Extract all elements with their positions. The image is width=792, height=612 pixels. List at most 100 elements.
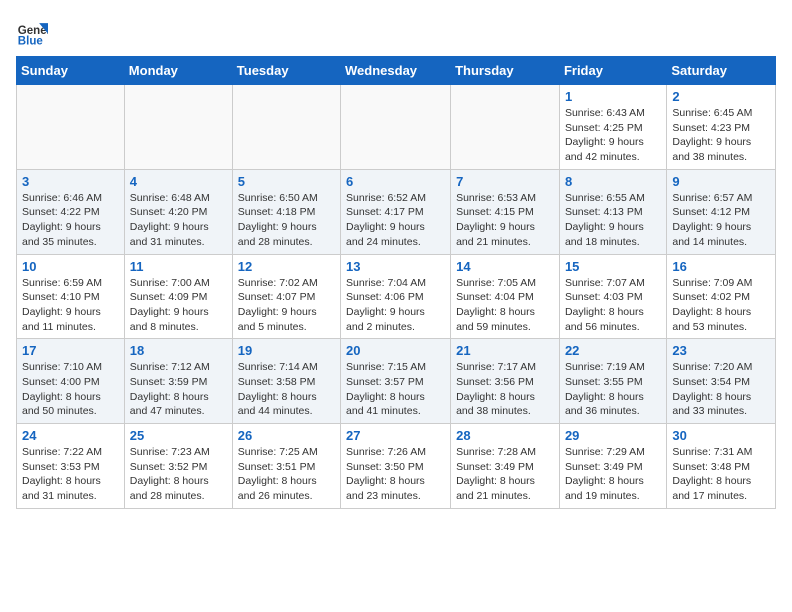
- calendar-cell: 19 Sunrise: 7:14 AMSunset: 3:58 PMDaylig…: [232, 339, 340, 424]
- day-number: 27: [346, 428, 445, 443]
- day-number: 8: [565, 174, 661, 189]
- day-info: Sunrise: 6:53 AMSunset: 4:15 PMDaylight:…: [456, 191, 554, 250]
- day-number: 16: [672, 259, 770, 274]
- day-number: 22: [565, 343, 661, 358]
- day-info: Sunrise: 7:29 AMSunset: 3:49 PMDaylight:…: [565, 445, 661, 504]
- weekday-header-wednesday: Wednesday: [341, 57, 451, 85]
- calendar-cell: 24 Sunrise: 7:22 AMSunset: 3:53 PMDaylig…: [17, 424, 125, 509]
- calendar-cell: 26 Sunrise: 7:25 AMSunset: 3:51 PMDaylig…: [232, 424, 340, 509]
- calendar-cell: 3 Sunrise: 6:46 AMSunset: 4:22 PMDayligh…: [17, 169, 125, 254]
- calendar-cell: 23 Sunrise: 7:20 AMSunset: 3:54 PMDaylig…: [667, 339, 776, 424]
- day-number: 5: [238, 174, 335, 189]
- weekday-header-friday: Friday: [559, 57, 666, 85]
- day-number: 28: [456, 428, 554, 443]
- day-number: 17: [22, 343, 119, 358]
- calendar-cell: 9 Sunrise: 6:57 AMSunset: 4:12 PMDayligh…: [667, 169, 776, 254]
- weekday-header-tuesday: Tuesday: [232, 57, 340, 85]
- day-number: 19: [238, 343, 335, 358]
- day-number: 15: [565, 259, 661, 274]
- day-info: Sunrise: 6:55 AMSunset: 4:13 PMDaylight:…: [565, 191, 661, 250]
- calendar-cell: 25 Sunrise: 7:23 AMSunset: 3:52 PMDaylig…: [124, 424, 232, 509]
- calendar-week-row: 10 Sunrise: 6:59 AMSunset: 4:10 PMDaylig…: [17, 254, 776, 339]
- calendar-cell: 10 Sunrise: 6:59 AMSunset: 4:10 PMDaylig…: [17, 254, 125, 339]
- day-number: 7: [456, 174, 554, 189]
- day-info: Sunrise: 7:15 AMSunset: 3:57 PMDaylight:…: [346, 360, 445, 419]
- page-header: General Blue: [16, 16, 776, 48]
- day-info: Sunrise: 7:31 AMSunset: 3:48 PMDaylight:…: [672, 445, 770, 504]
- calendar-cell: 30 Sunrise: 7:31 AMSunset: 3:48 PMDaylig…: [667, 424, 776, 509]
- calendar-cell: 4 Sunrise: 6:48 AMSunset: 4:20 PMDayligh…: [124, 169, 232, 254]
- day-info: Sunrise: 7:10 AMSunset: 4:00 PMDaylight:…: [22, 360, 119, 419]
- calendar-cell: 15 Sunrise: 7:07 AMSunset: 4:03 PMDaylig…: [559, 254, 666, 339]
- day-number: 18: [130, 343, 227, 358]
- calendar-cell: 20 Sunrise: 7:15 AMSunset: 3:57 PMDaylig…: [341, 339, 451, 424]
- day-number: 10: [22, 259, 119, 274]
- calendar-header-row: SundayMondayTuesdayWednesdayThursdayFrid…: [17, 57, 776, 85]
- calendar-week-row: 1 Sunrise: 6:43 AMSunset: 4:25 PMDayligh…: [17, 85, 776, 170]
- day-info: Sunrise: 7:25 AMSunset: 3:51 PMDaylight:…: [238, 445, 335, 504]
- svg-text:Blue: Blue: [18, 35, 44, 47]
- day-number: 24: [22, 428, 119, 443]
- day-info: Sunrise: 6:59 AMSunset: 4:10 PMDaylight:…: [22, 276, 119, 335]
- day-info: Sunrise: 7:07 AMSunset: 4:03 PMDaylight:…: [565, 276, 661, 335]
- day-number: 30: [672, 428, 770, 443]
- calendar-cell: [17, 85, 125, 170]
- calendar-cell: 22 Sunrise: 7:19 AMSunset: 3:55 PMDaylig…: [559, 339, 666, 424]
- day-info: Sunrise: 6:43 AMSunset: 4:25 PMDaylight:…: [565, 106, 661, 165]
- logo: General Blue: [16, 16, 52, 48]
- calendar-cell: 14 Sunrise: 7:05 AMSunset: 4:04 PMDaylig…: [451, 254, 560, 339]
- calendar-week-row: 24 Sunrise: 7:22 AMSunset: 3:53 PMDaylig…: [17, 424, 776, 509]
- day-number: 9: [672, 174, 770, 189]
- day-info: Sunrise: 6:46 AMSunset: 4:22 PMDaylight:…: [22, 191, 119, 250]
- calendar-cell: 27 Sunrise: 7:26 AMSunset: 3:50 PMDaylig…: [341, 424, 451, 509]
- calendar-table: SundayMondayTuesdayWednesdayThursdayFrid…: [16, 56, 776, 509]
- calendar-cell: [232, 85, 340, 170]
- day-info: Sunrise: 7:02 AMSunset: 4:07 PMDaylight:…: [238, 276, 335, 335]
- weekday-header-thursday: Thursday: [451, 57, 560, 85]
- day-number: 4: [130, 174, 227, 189]
- calendar-cell: 29 Sunrise: 7:29 AMSunset: 3:49 PMDaylig…: [559, 424, 666, 509]
- calendar-cell: 5 Sunrise: 6:50 AMSunset: 4:18 PMDayligh…: [232, 169, 340, 254]
- calendar-week-row: 3 Sunrise: 6:46 AMSunset: 4:22 PMDayligh…: [17, 169, 776, 254]
- day-info: Sunrise: 7:17 AMSunset: 3:56 PMDaylight:…: [456, 360, 554, 419]
- day-info: Sunrise: 7:00 AMSunset: 4:09 PMDaylight:…: [130, 276, 227, 335]
- weekday-header-saturday: Saturday: [667, 57, 776, 85]
- day-number: 29: [565, 428, 661, 443]
- day-number: 14: [456, 259, 554, 274]
- day-info: Sunrise: 7:12 AMSunset: 3:59 PMDaylight:…: [130, 360, 227, 419]
- calendar-cell: [124, 85, 232, 170]
- day-info: Sunrise: 7:20 AMSunset: 3:54 PMDaylight:…: [672, 360, 770, 419]
- calendar-cell: 7 Sunrise: 6:53 AMSunset: 4:15 PMDayligh…: [451, 169, 560, 254]
- calendar-cell: 18 Sunrise: 7:12 AMSunset: 3:59 PMDaylig…: [124, 339, 232, 424]
- day-number: 23: [672, 343, 770, 358]
- calendar-cell: 1 Sunrise: 6:43 AMSunset: 4:25 PMDayligh…: [559, 85, 666, 170]
- day-number: 6: [346, 174, 445, 189]
- day-number: 21: [456, 343, 554, 358]
- day-info: Sunrise: 6:50 AMSunset: 4:18 PMDaylight:…: [238, 191, 335, 250]
- day-info: Sunrise: 7:22 AMSunset: 3:53 PMDaylight:…: [22, 445, 119, 504]
- calendar-cell: [341, 85, 451, 170]
- day-number: 20: [346, 343, 445, 358]
- day-number: 12: [238, 259, 335, 274]
- calendar-cell: 6 Sunrise: 6:52 AMSunset: 4:17 PMDayligh…: [341, 169, 451, 254]
- calendar-cell: 21 Sunrise: 7:17 AMSunset: 3:56 PMDaylig…: [451, 339, 560, 424]
- calendar-cell: 28 Sunrise: 7:28 AMSunset: 3:49 PMDaylig…: [451, 424, 560, 509]
- day-number: 2: [672, 89, 770, 104]
- day-info: Sunrise: 6:48 AMSunset: 4:20 PMDaylight:…: [130, 191, 227, 250]
- day-info: Sunrise: 7:09 AMSunset: 4:02 PMDaylight:…: [672, 276, 770, 335]
- day-number: 26: [238, 428, 335, 443]
- calendar-cell: [451, 85, 560, 170]
- calendar-cell: 13 Sunrise: 7:04 AMSunset: 4:06 PMDaylig…: [341, 254, 451, 339]
- day-number: 1: [565, 89, 661, 104]
- weekday-header-sunday: Sunday: [17, 57, 125, 85]
- calendar-cell: 2 Sunrise: 6:45 AMSunset: 4:23 PMDayligh…: [667, 85, 776, 170]
- day-number: 13: [346, 259, 445, 274]
- calendar-cell: 12 Sunrise: 7:02 AMSunset: 4:07 PMDaylig…: [232, 254, 340, 339]
- day-info: Sunrise: 7:14 AMSunset: 3:58 PMDaylight:…: [238, 360, 335, 419]
- day-info: Sunrise: 7:23 AMSunset: 3:52 PMDaylight:…: [130, 445, 227, 504]
- day-info: Sunrise: 6:45 AMSunset: 4:23 PMDaylight:…: [672, 106, 770, 165]
- day-info: Sunrise: 7:28 AMSunset: 3:49 PMDaylight:…: [456, 445, 554, 504]
- day-info: Sunrise: 6:52 AMSunset: 4:17 PMDaylight:…: [346, 191, 445, 250]
- logo-icon: General Blue: [16, 16, 48, 48]
- day-number: 3: [22, 174, 119, 189]
